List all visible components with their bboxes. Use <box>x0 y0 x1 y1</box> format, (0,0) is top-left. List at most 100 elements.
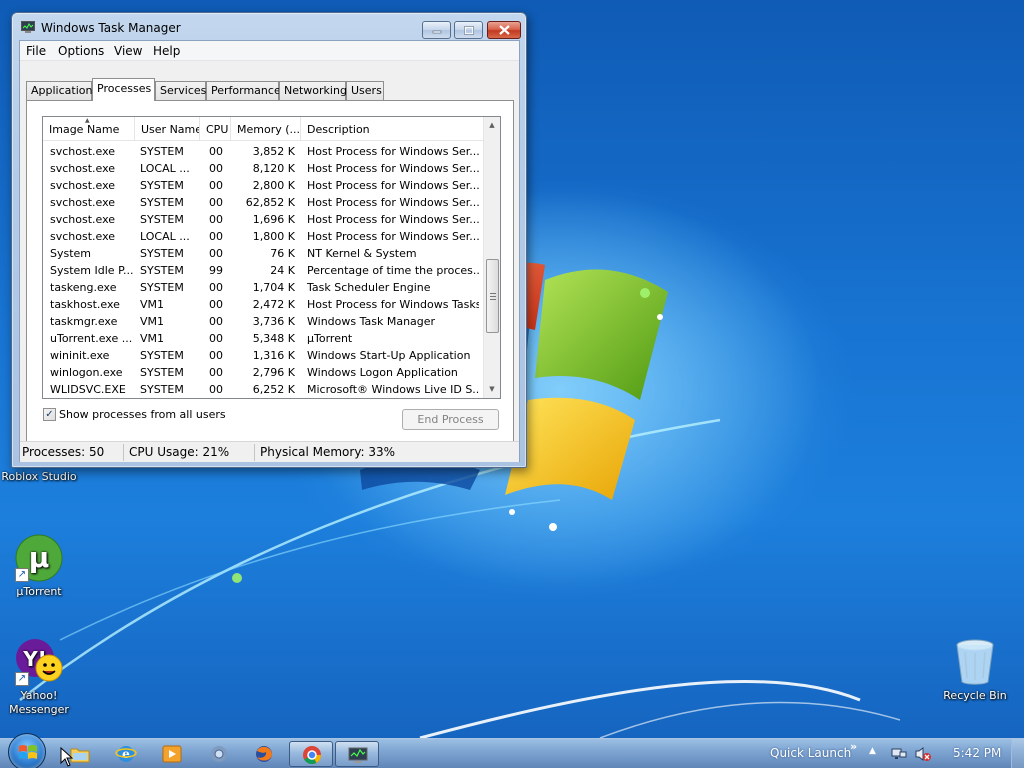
show-hidden-icons-icon[interactable]: ▲ <box>869 746 876 756</box>
minimize-button[interactable] <box>422 21 451 39</box>
quick-launch-label[interactable]: Quick Launch <box>770 746 851 760</box>
cell-cpu: 00 <box>209 298 223 311</box>
table-row[interactable]: wininit.exe SYSTEM 00 1,316 K Windows St… <box>43 347 483 364</box>
vertical-scrollbar[interactable]: ▲ ▼ <box>483 117 500 398</box>
table-row[interactable]: svchost.exe SYSTEM 00 62,852 K Host Proc… <box>43 194 483 211</box>
table-row[interactable]: svchost.exe SYSTEM 00 2,800 K Host Proce… <box>43 177 483 194</box>
tab-users[interactable]: Users <box>346 81 384 100</box>
column-description[interactable]: Description <box>301 117 483 141</box>
scroll-down-icon[interactable]: ▼ <box>484 381 500 398</box>
checkbox-checked-icon[interactable]: ✓ <box>43 408 56 421</box>
taskbar-internet-explorer[interactable]: e <box>104 741 148 767</box>
taskbar-chrome-alt[interactable] <box>197 741 241 767</box>
task-manager-icon <box>21 21 35 33</box>
status-divider <box>123 444 124 461</box>
table-row[interactable]: WLIDSVC.EXE SYSTEM 00 6,252 K Microsoft®… <box>43 381 483 398</box>
cell-description: Host Process for Windows Ser... <box>307 179 479 192</box>
volume-muted-icon[interactable] <box>914 746 932 762</box>
clock[interactable]: 5:42 PM <box>953 746 1001 760</box>
taskbar-task-manager[interactable] <box>335 741 379 767</box>
table-row[interactable]: svchost.exe LOCAL ... 00 1,800 K Host Pr… <box>43 228 483 245</box>
taskbar-media-player[interactable] <box>150 741 194 767</box>
table-row[interactable]: taskhost.exe VM1 00 2,472 K Host Process… <box>43 296 483 313</box>
cell-memory: 5,348 K <box>252 332 295 345</box>
column-user-name-label: User Name <box>141 123 200 136</box>
show-desktop-button[interactable] <box>1011 739 1024 768</box>
tab-networking[interactable]: Networking <box>279 81 347 100</box>
desktop-icon-utorrent[interactable]: µ ↗ µTorrent <box>0 534 78 599</box>
cell-description: µTorrent <box>307 332 353 345</box>
column-cpu[interactable]: CPU <box>200 117 231 141</box>
maximize-icon <box>455 22 482 38</box>
cell-description: Windows Logon Application <box>307 366 458 379</box>
process-list-header: ▲ Image Name User Name CPU Memory (... D… <box>43 117 483 141</box>
cell-image-name: taskmgr.exe <box>50 315 118 328</box>
cell-cpu: 00 <box>209 196 223 209</box>
cell-memory: 1,316 K <box>252 349 295 362</box>
status-processes: Processes: 50 <box>22 445 105 459</box>
cell-user-name: VM1 <box>140 332 165 345</box>
table-row[interactable]: svchost.exe SYSTEM 00 3,852 K Host Proce… <box>43 143 483 160</box>
cell-cpu: 00 <box>209 179 223 192</box>
maximize-button[interactable] <box>454 21 483 39</box>
cell-description: Host Process for Windows Ser... <box>307 162 479 175</box>
desktop-icon-roblox-studio[interactable]: Roblox Studio <box>0 470 78 484</box>
close-button[interactable] <box>487 21 521 39</box>
network-icon[interactable] <box>891 747 907 761</box>
cell-memory: 1,696 K <box>252 213 295 226</box>
process-list[interactable]: ▲ Image Name User Name CPU Memory (... D… <box>42 116 501 399</box>
chrome-icon <box>301 744 323 766</box>
chevron-right-icon[interactable]: » <box>850 740 857 753</box>
taskbar-firefox[interactable] <box>242 741 286 767</box>
table-row[interactable]: svchost.exe LOCAL ... 00 8,120 K Host Pr… <box>43 160 483 177</box>
table-row[interactable]: svchost.exe SYSTEM 00 1,696 K Host Proce… <box>43 211 483 228</box>
status-cpu-usage: CPU Usage: 21% <box>129 445 230 459</box>
cell-user-name: SYSTEM <box>140 264 184 277</box>
firefox-icon <box>253 743 275 765</box>
cell-description: Host Process for Windows Ser... <box>307 145 479 158</box>
desktop-icon-recycle-bin[interactable]: Recycle Bin <box>936 638 1014 703</box>
column-memory-label: Memory (... <box>237 123 301 136</box>
cell-memory: 2,800 K <box>252 179 295 192</box>
cell-description: Windows Start-Up Application <box>307 349 471 362</box>
table-row[interactable]: System Idle P... SYSTEM 99 24 K Percenta… <box>43 262 483 279</box>
media-player-icon <box>161 743 183 765</box>
desktop-icon-yahoo-messenger[interactable]: Y! ↗ Yahoo! Messenger <box>0 638 78 717</box>
table-row[interactable]: taskmgr.exe VM1 00 3,736 K Windows Task … <box>43 313 483 330</box>
close-icon <box>488 22 520 38</box>
menu-file[interactable]: File <box>26 44 46 58</box>
table-row[interactable]: taskeng.exe SYSTEM 00 1,704 K Task Sched… <box>43 279 483 296</box>
cell-memory: 24 K <box>270 264 295 277</box>
tab-performance[interactable]: Performance <box>206 81 281 100</box>
menu-options[interactable]: Options <box>58 44 104 58</box>
end-process-button[interactable]: End Process <box>402 409 499 430</box>
start-button[interactable] <box>8 733 46 768</box>
cell-description: Host Process for Windows Tasks <box>307 298 479 311</box>
menu-help[interactable]: Help <box>153 44 180 58</box>
title-bar[interactable]: Windows Task Manager <box>12 13 526 41</box>
cell-memory: 3,736 K <box>252 315 295 328</box>
process-rows: svchost.exe SYSTEM 00 3,852 K Host Proce… <box>43 143 483 398</box>
column-cpu-label: CPU <box>206 123 229 136</box>
table-row[interactable]: winlogon.exe SYSTEM 00 2,796 K Windows L… <box>43 364 483 381</box>
column-image-name[interactable]: ▲ Image Name <box>43 117 135 141</box>
column-user-name[interactable]: User Name <box>135 117 200 141</box>
menu-view[interactable]: View <box>114 44 142 58</box>
cell-image-name: WLIDSVC.EXE <box>50 383 126 396</box>
tab-processes[interactable]: Processes <box>92 78 155 101</box>
column-memory[interactable]: Memory (... <box>231 117 301 141</box>
cell-image-name: wininit.exe <box>50 349 110 362</box>
taskbar-chrome[interactable] <box>289 741 333 767</box>
cell-image-name: winlogon.exe <box>50 366 123 379</box>
scrollbar-thumb[interactable] <box>486 259 499 333</box>
table-row[interactable]: System SYSTEM 00 76 K NT Kernel & System <box>43 245 483 262</box>
task-manager-window[interactable]: Windows Task Manager File Options View H… <box>11 12 527 468</box>
recycle-bin-label: Recycle Bin <box>943 689 1007 702</box>
cell-memory: 76 K <box>270 247 295 260</box>
cell-user-name: LOCAL ... <box>140 162 190 175</box>
cell-image-name: svchost.exe <box>50 196 116 209</box>
tab-applications[interactable]: Applications <box>26 81 98 100</box>
tab-services[interactable]: Services <box>155 81 206 100</box>
scroll-up-icon[interactable]: ▲ <box>484 117 500 134</box>
table-row[interactable]: uTorrent.exe ... VM1 00 5,348 K µTorrent <box>43 330 483 347</box>
